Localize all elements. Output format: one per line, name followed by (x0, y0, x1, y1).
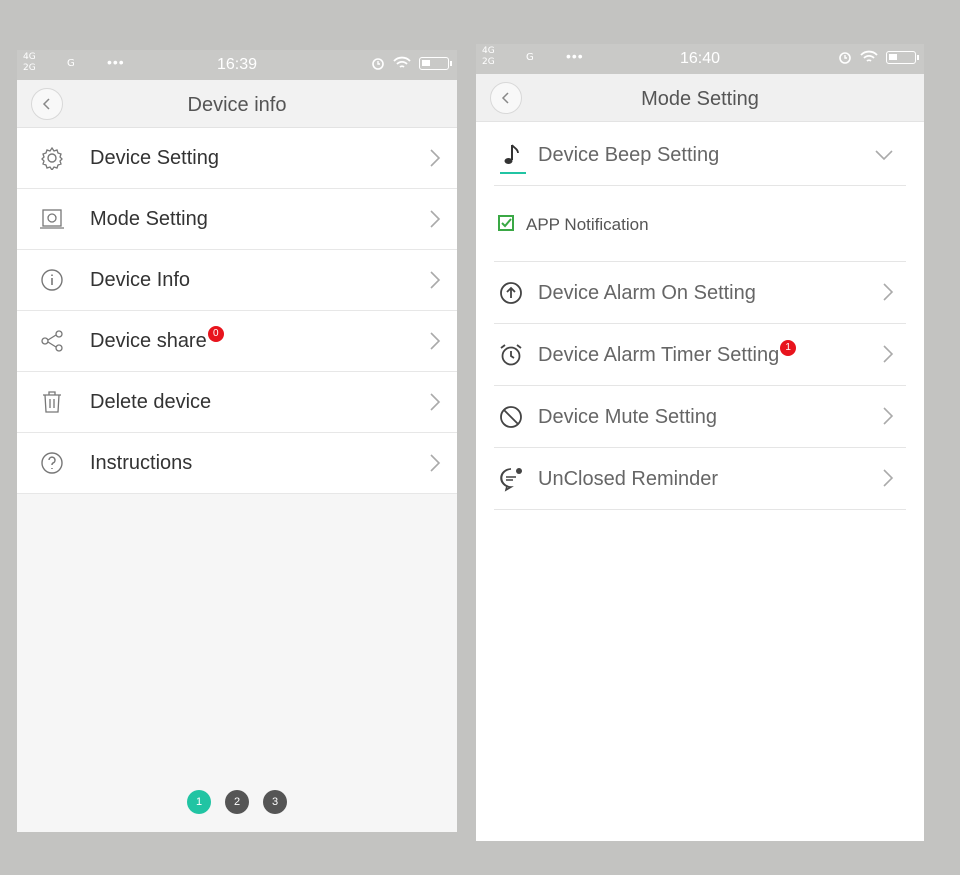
alarm-status-icon (372, 58, 384, 70)
wifi-icon (860, 50, 878, 62)
chevron-right-icon (883, 345, 894, 363)
battery-icon (419, 56, 452, 70)
chevron-down-icon (875, 150, 893, 161)
page-dot-3[interactable]: 3 (263, 790, 287, 814)
menu-item-label: Device share 0 (90, 326, 224, 353)
menu-item-label: Mode Setting (90, 208, 208, 230)
status-bar: 4G 2G G ••• 16:39 (17, 50, 457, 80)
message-icon (498, 466, 524, 492)
menu-item-label: Instructions (90, 452, 193, 474)
menu-item-mode-setting[interactable]: Mode Setting (17, 189, 457, 250)
chevron-right-icon (883, 407, 894, 425)
chevron-right-icon (883, 469, 894, 487)
battery-icon (886, 50, 919, 64)
beep-underline (500, 172, 526, 174)
alarm-status-icon (839, 52, 851, 64)
menu-item-device-setting[interactable]: Device Setting (17, 128, 457, 189)
app-notification-row[interactable]: APP Notification (494, 186, 906, 262)
chevron-right-icon (430, 271, 441, 289)
chevron-right-icon (430, 149, 441, 167)
chevron-right-icon (430, 332, 441, 350)
chevron-right-icon (430, 210, 441, 228)
chevron-right-icon (883, 283, 894, 301)
device-menu: Device Setting Mode Setting Device Info … (17, 128, 457, 494)
page-indicator: 1 2 3 (17, 790, 457, 814)
menu-item-device-share[interactable]: Device share 0 (17, 311, 457, 372)
chevron-right-icon (430, 393, 441, 411)
left-phone-screen: 4G 2G G ••• 16:39 Device info Device Set… (17, 50, 457, 832)
notification-badge: 0 (207, 326, 224, 342)
question-icon (39, 450, 65, 476)
gear-icon (39, 145, 65, 171)
menu-item-label: Device Setting (90, 147, 219, 169)
no-entry-icon (498, 404, 524, 430)
music-note-icon (498, 142, 524, 168)
beep-setting-row[interactable]: Device Beep Setting (494, 124, 906, 186)
mute-setting-label: Device Mute Setting (538, 406, 717, 428)
mute-setting-row[interactable]: Device Mute Setting (494, 386, 906, 448)
beep-setting-label: Device Beep Setting (538, 144, 720, 166)
alarm-on-setting-row[interactable]: Device Alarm On Setting (494, 262, 906, 324)
page-dot-1[interactable]: 1 (187, 790, 211, 814)
chevron-right-icon (430, 454, 441, 472)
unclosed-reminder-row[interactable]: UnClosed Reminder (494, 448, 906, 510)
menu-item-delete-device[interactable]: Delete device (17, 372, 457, 433)
menu-item-label: Device Info (90, 269, 191, 291)
page-title: Device info (187, 94, 287, 116)
page-dot-2[interactable]: 2 (225, 790, 249, 814)
info-icon (39, 267, 65, 293)
device-share-text: Device share (90, 330, 207, 352)
app-header: Device info (17, 80, 457, 128)
alarm-timer-label: Device Alarm Timer Setting 1 (538, 340, 797, 367)
mode-setting-list: Device Beep Setting APP Notification Dev… (494, 124, 906, 510)
page-title: Mode Setting (641, 88, 759, 110)
unclosed-reminder-label: UnClosed Reminder (538, 468, 719, 490)
share-icon (39, 328, 65, 354)
right-phone-screen: 4G 2G G ••• 16:40 Mode Setting Device Be… (476, 44, 924, 841)
alarm-timer-setting-row[interactable]: Device Alarm Timer Setting 1 (494, 324, 906, 386)
alarm-timer-text: Device Alarm Timer Setting (538, 344, 780, 366)
menu-item-device-info[interactable]: Device Info (17, 250, 457, 311)
alarm-clock-icon (498, 342, 524, 368)
device-icon (39, 206, 65, 232)
menu-item-label: Delete device (90, 391, 212, 413)
checkbox-checked-icon[interactable] (498, 215, 514, 231)
notification-badge: 1 (780, 340, 797, 356)
alarm-on-label: Device Alarm On Setting (538, 282, 756, 304)
wifi-icon (393, 56, 411, 68)
menu-item-instructions[interactable]: Instructions (17, 433, 457, 494)
app-header: Mode Setting (476, 74, 924, 122)
status-bar: 4G 2G G ••• 16:40 (476, 44, 924, 74)
app-notification-label: APP Notification (526, 215, 649, 234)
arrow-up-circle-icon (498, 280, 524, 306)
trash-icon (39, 389, 65, 415)
